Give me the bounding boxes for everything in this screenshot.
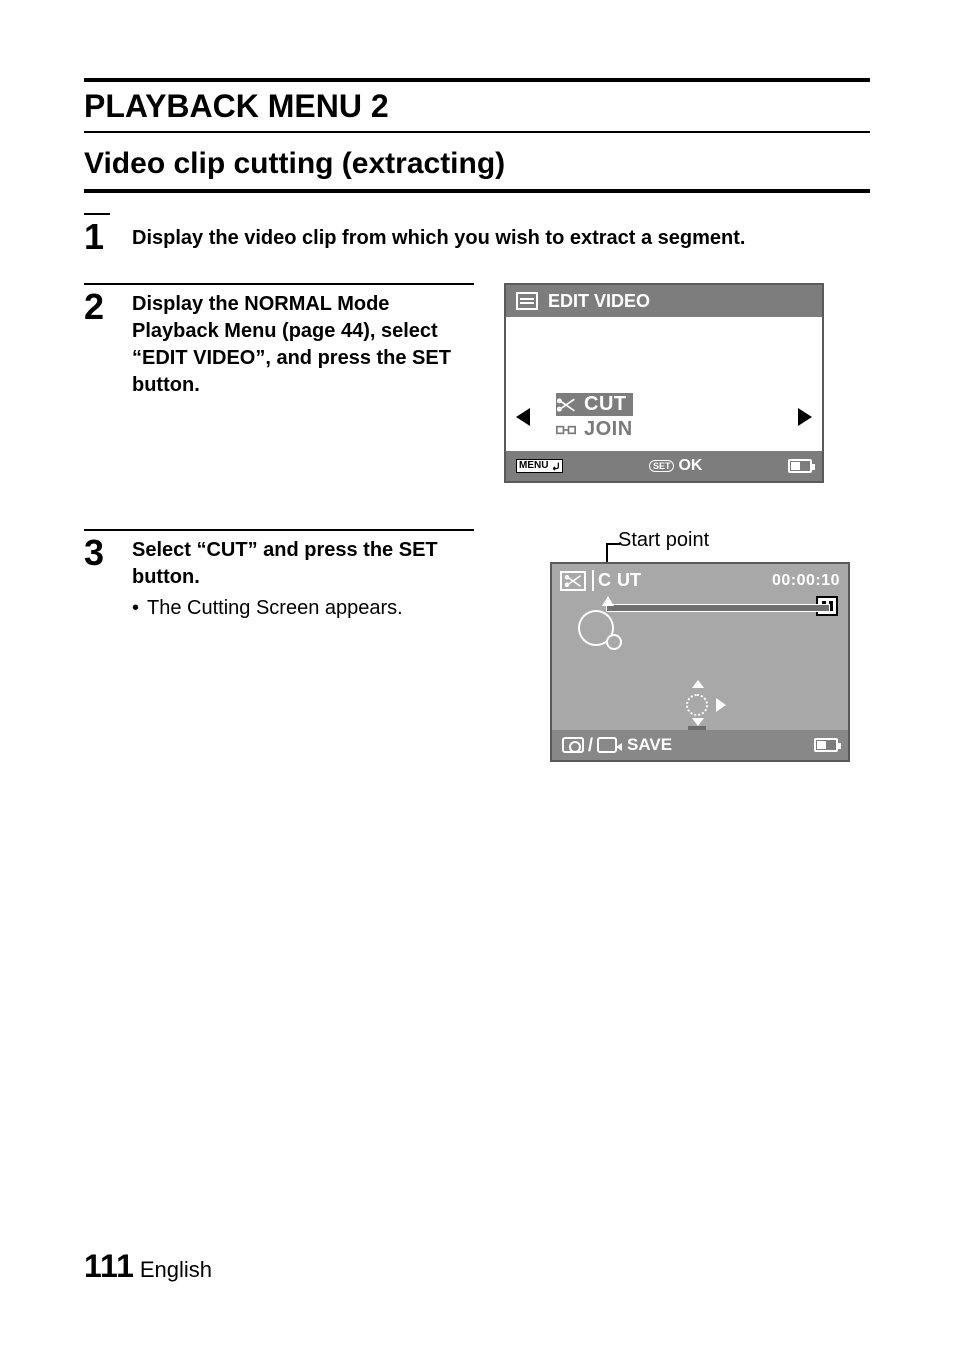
spacer (132, 283, 474, 291)
step-sub: • The Cutting Screen appears. (132, 595, 474, 622)
set-badge: SET (649, 460, 675, 472)
screen-title: EDIT VIDEO (548, 291, 650, 312)
spacer (132, 529, 474, 537)
battery-icon (814, 738, 838, 752)
step-3-row: 3 Select “CUT” and press the SET button.… (84, 529, 870, 762)
start-point-marker (602, 596, 614, 606)
timecode: 00:00:10 (772, 572, 840, 590)
page-language: English (140, 1257, 212, 1282)
cutting-status-bar: / SAVE (552, 730, 848, 760)
menu-stack: CUT JOIN (530, 393, 798, 441)
page-number: 111 (84, 1248, 134, 1284)
set-ok-indicator: SET OK (649, 457, 703, 475)
step-body: Display the video clip from which you wi… (132, 225, 870, 252)
page-heading: PLAYBACK MENU 2 (84, 88, 870, 125)
zoom-cursor-icon (578, 610, 614, 646)
step-number: 2 (84, 289, 110, 325)
cutting-screen-wrap: Start point CUT 00:00:10 (550, 529, 870, 762)
menu-label: MENU (519, 461, 548, 471)
slash-icon: / (588, 735, 593, 756)
cutting-screen: CUT 00:00:10 (550, 562, 850, 762)
scissors-icon (556, 397, 576, 413)
edit-video-screen: EDIT VIDEO CUT (504, 283, 824, 483)
scissors-box-icon (560, 571, 586, 591)
page-subheading: Video clip cutting (extracting) (84, 147, 870, 181)
timeline-bar (606, 604, 830, 612)
step-2: 2 Display the NORMAL Mode Playback Menu … (84, 283, 474, 399)
menu-item-label: CUT (584, 393, 627, 416)
join-icon (556, 422, 576, 438)
manual-page: PLAYBACK MENU 2 Video clip cutting (extr… (0, 0, 954, 1345)
left-arrow-icon (516, 408, 530, 426)
camera-icon (562, 737, 584, 753)
joystick-hint-icon (678, 684, 722, 724)
screen-menu-area: CUT JOIN (506, 393, 822, 441)
menu-item-label: JOIN (584, 418, 633, 441)
rule (84, 131, 870, 133)
ok-label: OK (678, 457, 702, 475)
step-number: 1 (84, 219, 110, 255)
rule (84, 189, 870, 193)
battery-icon (788, 459, 812, 473)
bullet-icon: • (132, 595, 139, 622)
save-indicator: / SAVE (562, 735, 672, 756)
video-list-icon (516, 292, 538, 310)
menu-item-join[interactable]: JOIN (556, 418, 772, 441)
spacer (132, 213, 870, 221)
camcorder-icon (597, 737, 617, 753)
menu-item-cut[interactable]: CUT (556, 393, 633, 416)
cut-suffix: UT (617, 570, 641, 591)
step-body: Select “CUT” and press the SET button. (132, 537, 474, 591)
step-1: 1 Display the video clip from which you … (84, 213, 870, 255)
step-separator (84, 213, 110, 215)
rule (84, 78, 870, 82)
screen-status-bar: MENU SET OK (506, 451, 822, 481)
back-arrow-icon (550, 461, 560, 471)
callout-label: Start point (618, 529, 870, 552)
menu-back-indicator: MENU (516, 459, 563, 473)
step-3: 3 Select “CUT” and press the SET button.… (84, 529, 474, 622)
cutting-top-bar: CUT 00:00:10 (560, 570, 840, 591)
right-arrow-icon (798, 408, 812, 426)
page-footer: 111English (84, 1248, 212, 1285)
step-sub-text: The Cutting Screen appears. (147, 595, 403, 622)
step-2-row: 2 Display the NORMAL Mode Playback Menu … (84, 283, 870, 483)
cut-mode-indicator: CUT (560, 570, 641, 591)
save-label: SAVE (627, 735, 672, 755)
screen-title-bar: EDIT VIDEO (506, 285, 822, 317)
step-number: 3 (84, 535, 110, 571)
step-body: Display the NORMAL Mode Playback Menu (p… (132, 291, 474, 399)
